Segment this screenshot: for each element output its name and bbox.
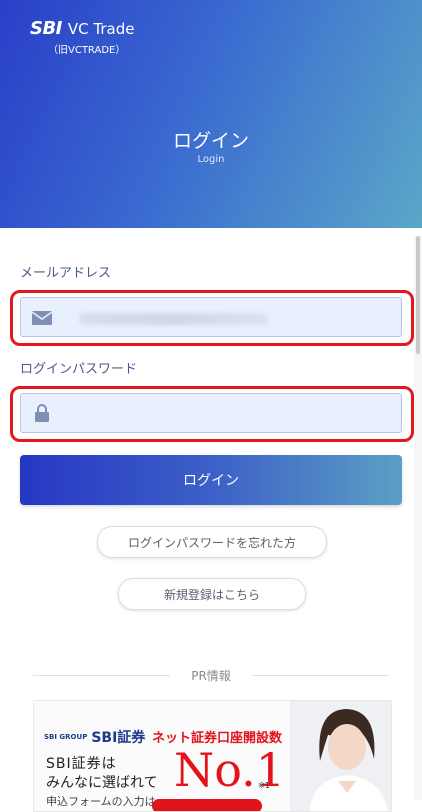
password-input[interactable] bbox=[61, 394, 395, 434]
app-logo: SBI VC Trade （旧VCTRADE） bbox=[30, 18, 134, 56]
password-field[interactable] bbox=[20, 393, 402, 434]
page-header: SBI VC Trade （旧VCTRADE） ログイン Login bbox=[0, 0, 422, 228]
mail-icon bbox=[31, 311, 53, 325]
pr-divider-right bbox=[252, 675, 389, 676]
banner-logo-group: SBI GROUP bbox=[44, 733, 88, 741]
pr-banner[interactable]: SBI GROUP SBI証券 SBI証券は みんなに選ばれて 申込フォームの入… bbox=[33, 700, 392, 812]
email-value-blurred bbox=[79, 313, 269, 325]
banner-line-2: みんなに選ばれて bbox=[46, 775, 158, 791]
logo-mark: SBI bbox=[30, 18, 62, 39]
woman-photo-icon bbox=[290, 701, 391, 811]
page-title: ログイン bbox=[172, 130, 249, 152]
forgot-password-link[interactable]: ログインパスワードを忘れた方 bbox=[97, 526, 327, 558]
page-subtitle: Login bbox=[197, 154, 225, 165]
banner-logo: SBI GROUP SBI証券 bbox=[44, 727, 145, 747]
email-field[interactable] bbox=[20, 297, 402, 338]
banner-line-1: SBI証券は bbox=[46, 756, 117, 772]
email-label: メールアドレス bbox=[20, 266, 112, 281]
banner-logo-text: SBI証券 bbox=[91, 730, 146, 746]
register-link[interactable]: 新規登録はこちら bbox=[118, 578, 306, 610]
banner-footnote: ※1 bbox=[258, 781, 270, 790]
logo-name: VC Trade bbox=[67, 19, 135, 38]
password-label: ログインパスワード bbox=[20, 362, 138, 377]
logo-subtitle: （旧VCTRADE） bbox=[48, 45, 126, 56]
banner-line-3: 申込フォームの入力は bbox=[46, 795, 156, 808]
login-button[interactable]: ログイン bbox=[20, 455, 402, 505]
scrollbar-thumb[interactable] bbox=[416, 236, 420, 354]
lock-icon bbox=[35, 404, 49, 422]
banner-cta-bar bbox=[152, 799, 262, 811]
